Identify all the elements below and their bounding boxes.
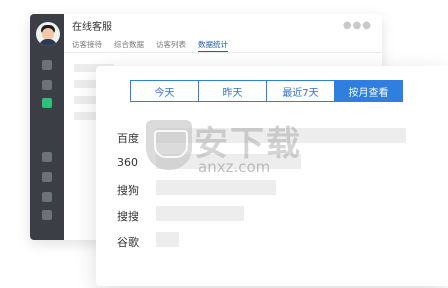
source-label: 搜搜 (117, 210, 139, 223)
avatar[interactable] (36, 22, 60, 46)
segment-today[interactable]: 今天 (130, 80, 199, 102)
divider (64, 52, 382, 53)
sidebar-icon-6[interactable] (42, 210, 52, 220)
tab-data-statistics[interactable]: 数据统计 (198, 39, 228, 53)
source-label: 360 (117, 156, 138, 169)
window-title: 在线客服 (72, 22, 112, 33)
segment-yesterday[interactable]: 昨天 (198, 80, 267, 102)
tab-visitor-reception[interactable]: 访客接待 (72, 39, 102, 50)
source-bar (156, 180, 276, 195)
source-label: 搜狗 (117, 184, 139, 197)
segment-last-7-days[interactable]: 最近7天 (266, 80, 335, 102)
watermark-domain: anxz.com (198, 158, 271, 176)
time-range-selector: 今天 昨天 最近7天 按月查看 (130, 80, 403, 102)
tab-overview-data[interactable]: 综合数据 (114, 39, 144, 50)
source-bar (156, 232, 179, 247)
segment-by-month[interactable]: 按月查看 (334, 80, 403, 102)
left-sidebar (30, 14, 64, 240)
more-icon[interactable]: ●●● (343, 20, 372, 31)
tab-bar: 访客接待 综合数据 访客列表 数据统计 (72, 39, 228, 53)
tab-visitor-list[interactable]: 访客列表 (156, 39, 186, 50)
source-bar (156, 206, 244, 221)
sidebar-icon-active[interactable] (42, 98, 52, 108)
sidebar-icon-2[interactable] (42, 80, 52, 90)
source-label: 谷歌 (117, 236, 139, 249)
watermark-shield-icon (146, 120, 192, 170)
source-label: 百度 (117, 132, 139, 145)
sidebar-icon-1[interactable] (42, 60, 52, 70)
statistics-panel: 今天 昨天 最近7天 按月查看 百度 360 搜狗 搜搜 谷歌 (96, 66, 448, 286)
sidebar-icon-5[interactable] (42, 192, 52, 202)
sidebar-icon-4[interactable] (42, 172, 52, 182)
sidebar-icon-3[interactable] (42, 152, 52, 162)
